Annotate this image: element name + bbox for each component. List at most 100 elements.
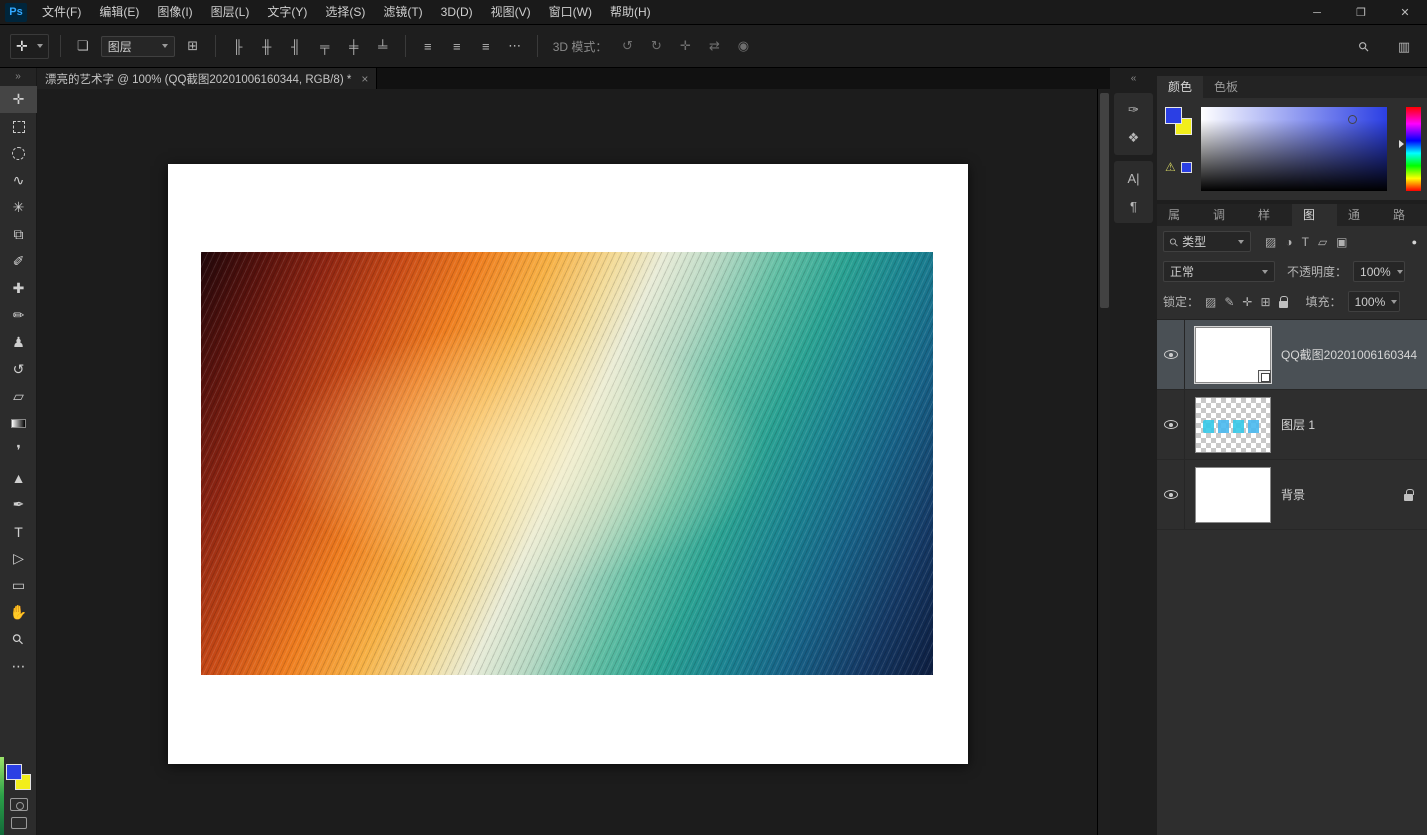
eye-icon[interactable]: [1164, 420, 1178, 429]
menu-filter[interactable]: 滤镜(T): [374, 0, 431, 25]
vertical-scrollbar[interactable]: [1097, 89, 1110, 835]
fill-dropdown[interactable]: 100%: [1348, 291, 1400, 312]
move-tool[interactable]: ✛: [0, 86, 37, 113]
tab-close-icon[interactable]: ×: [361, 72, 368, 86]
tab-styles[interactable]: 样式: [1247, 204, 1292, 226]
layer-thumbnail[interactable]: [1195, 467, 1271, 523]
color-picker-marker[interactable]: [1348, 115, 1357, 124]
lock-transparent-pixels-icon[interactable]: ▨: [1205, 295, 1216, 309]
layer-name[interactable]: 背景: [1281, 486, 1305, 503]
elliptical-marquee-tool[interactable]: [0, 140, 37, 167]
restore-button[interactable]: ❐: [1339, 0, 1383, 25]
color-fg-bg-widget[interactable]: [1165, 107, 1195, 139]
tab-properties[interactable]: 属性: [1157, 204, 1202, 226]
layer-filter-dropdown[interactable]: ⚲类型: [1163, 231, 1251, 252]
distribute-horizontal-icon[interactable]: ≡: [446, 39, 468, 54]
align-top-edges-icon[interactable]: ╤: [314, 39, 336, 54]
lasso-tool[interactable]: ∿: [0, 167, 37, 194]
menu-view[interactable]: 视图(V): [482, 0, 540, 25]
rectangle-tool[interactable]: ▭: [0, 572, 37, 599]
lock-all-icon[interactable]: [1279, 301, 1288, 308]
lock-artboard-icon[interactable]: ⊞: [1260, 295, 1270, 309]
menu-image[interactable]: 图像(I): [148, 0, 201, 25]
tab-paths[interactable]: 路径: [1382, 204, 1427, 226]
crop-tool[interactable]: ⧉: [0, 221, 37, 248]
workspace-switcher-icon[interactable]: ▥: [1393, 39, 1415, 55]
foreground-color-swatch[interactable]: [1165, 107, 1182, 124]
auto-select-icon[interactable]: ❏: [72, 38, 94, 54]
distribute-vertical-icon[interactable]: ≡: [417, 39, 439, 54]
screen-mode-icon[interactable]: [11, 817, 27, 829]
3d-roll-icon[interactable]: ↻: [645, 38, 667, 54]
brush-tool[interactable]: ✏: [0, 302, 37, 329]
filter-type-layers-icon[interactable]: T: [1302, 235, 1309, 249]
gamut-warning[interactable]: ⚠: [1165, 160, 1192, 174]
gradient-artwork-image[interactable]: [201, 252, 933, 675]
layer-thumbnail[interactable]: [1195, 397, 1271, 453]
rectangular-marquee-tool[interactable]: [0, 113, 37, 140]
menu-window[interactable]: 窗口(W): [540, 0, 601, 25]
eraser-tool[interactable]: ▱: [0, 383, 37, 410]
eyedropper-tool[interactable]: ✐: [0, 248, 37, 275]
document-tab[interactable]: 漂亮的艺术字 @ 100% (QQ截图20201006160344, RGB/8…: [37, 68, 377, 89]
close-button[interactable]: ✕: [1383, 0, 1427, 25]
tab-channels[interactable]: 通道: [1337, 204, 1382, 226]
paragraph-panel-icon[interactable]: ¶: [1114, 192, 1153, 220]
filter-adjustment-layers-icon[interactable]: ◑: [1285, 235, 1292, 249]
layer-row-qq-screenshot[interactable]: QQ截图20201006160344: [1157, 320, 1427, 390]
menu-edit[interactable]: 编辑(E): [90, 0, 148, 25]
horizontal-type-tool[interactable]: T: [0, 518, 37, 545]
layer-name[interactable]: QQ截图20201006160344: [1281, 346, 1417, 363]
align-horizontal-centers-icon[interactable]: ╫: [256, 39, 278, 54]
hand-tool[interactable]: ✋: [0, 599, 37, 626]
history-brush-tool[interactable]: ↺: [0, 356, 37, 383]
align-right-edges-icon[interactable]: ╢: [285, 39, 307, 54]
filter-toggle-icon[interactable]: ●: [1412, 237, 1417, 247]
hue-slider[interactable]: [1406, 107, 1421, 191]
menu-type[interactable]: 文字(Y): [258, 0, 316, 25]
pen-tool[interactable]: ✒: [0, 491, 37, 518]
menu-help[interactable]: 帮助(H): [601, 0, 660, 25]
foreground-background-colors[interactable]: [5, 764, 33, 792]
gamut-color-swatch[interactable]: [1181, 162, 1192, 173]
align-left-edges-icon[interactable]: ╟: [227, 39, 249, 54]
dodge-tool[interactable]: ▲: [0, 464, 37, 491]
menu-3d[interactable]: 3D(D): [432, 0, 482, 25]
3d-slide-icon[interactable]: ⇄: [703, 38, 725, 54]
menu-layer[interactable]: 图层(L): [202, 0, 259, 25]
align-bottom-edges-icon[interactable]: ╧: [372, 39, 394, 54]
spot-healing-brush-tool[interactable]: ✚: [0, 275, 37, 302]
tab-layers[interactable]: 图层: [1292, 204, 1337, 226]
edit-toolbar-button[interactable]: ⋯: [0, 653, 37, 680]
filter-smart-object-icon[interactable]: ▣: [1336, 235, 1347, 249]
scrollbar-thumb[interactable]: [1100, 93, 1109, 308]
layer-row-layer1[interactable]: 图层 1: [1157, 390, 1427, 460]
clone-stamp-tool[interactable]: ♟: [0, 329, 37, 356]
blur-tool[interactable]: ❜: [0, 437, 37, 464]
menu-select[interactable]: 选择(S): [316, 0, 374, 25]
menu-file[interactable]: 文件(F): [33, 0, 90, 25]
3d-orbit-icon[interactable]: ↺: [616, 38, 638, 54]
color-picker-field[interactable]: [1201, 107, 1387, 191]
brush-settings-panel-icon[interactable]: ✑: [1114, 96, 1153, 124]
character-panel-icon[interactable]: A|: [1114, 164, 1153, 192]
tab-color[interactable]: 颜色: [1157, 76, 1203, 98]
dock-collapse-icon[interactable]: «: [1110, 71, 1157, 87]
3d-camera-icon[interactable]: ◉: [732, 38, 754, 54]
clone-source-panel-icon[interactable]: ❖: [1114, 124, 1153, 152]
tab-adjustments[interactable]: 调整: [1202, 204, 1247, 226]
3d-pan-icon[interactable]: ✛: [674, 38, 696, 54]
opacity-dropdown[interactable]: 100%: [1353, 261, 1405, 282]
zoom-tool[interactable]: ⚲: [0, 626, 37, 653]
align-vertical-centers-icon[interactable]: ╪: [343, 39, 365, 54]
toolbar-expand-icon[interactable]: »: [0, 68, 36, 86]
canvas-area[interactable]: [37, 89, 1097, 835]
blend-mode-dropdown[interactable]: 正常: [1163, 261, 1275, 282]
quick-selection-tool[interactable]: ✳: [0, 194, 37, 221]
document-canvas[interactable]: [168, 164, 968, 764]
path-selection-tool[interactable]: ▷: [0, 545, 37, 572]
eye-icon[interactable]: [1164, 490, 1178, 499]
show-transform-controls-icon[interactable]: ⊞: [182, 38, 204, 54]
auto-select-target-dropdown[interactable]: 图层: [101, 36, 175, 57]
layer-thumbnail[interactable]: [1195, 327, 1271, 383]
